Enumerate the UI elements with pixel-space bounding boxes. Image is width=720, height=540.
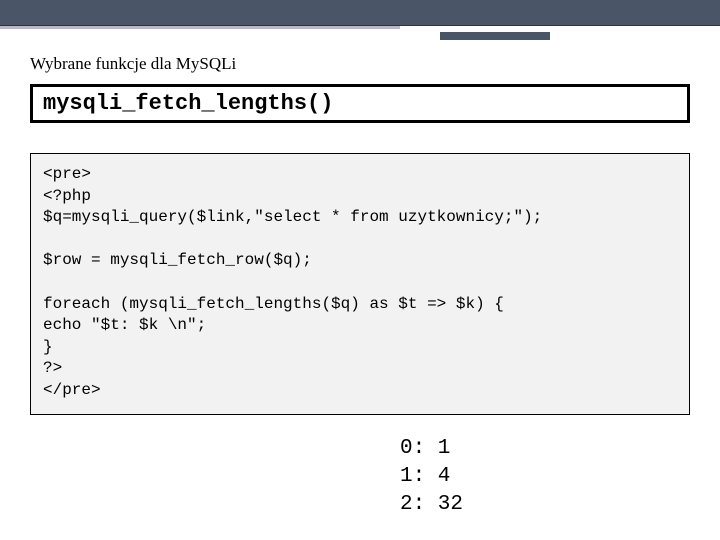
slide-accent-lines bbox=[0, 26, 720, 44]
slide-top-bar bbox=[0, 0, 720, 26]
function-name-box: mysqli_fetch_lengths() bbox=[30, 84, 690, 123]
section-title: Wybrane funkcje dla MySQLi bbox=[30, 54, 690, 74]
output-block: 0: 1 1: 4 2: 32 bbox=[400, 435, 690, 520]
code-block: <pre> <?php $q=mysqli_query($link,"selec… bbox=[30, 153, 690, 415]
slide-content: Wybrane funkcje dla MySQLi mysqli_fetch_… bbox=[0, 44, 720, 520]
